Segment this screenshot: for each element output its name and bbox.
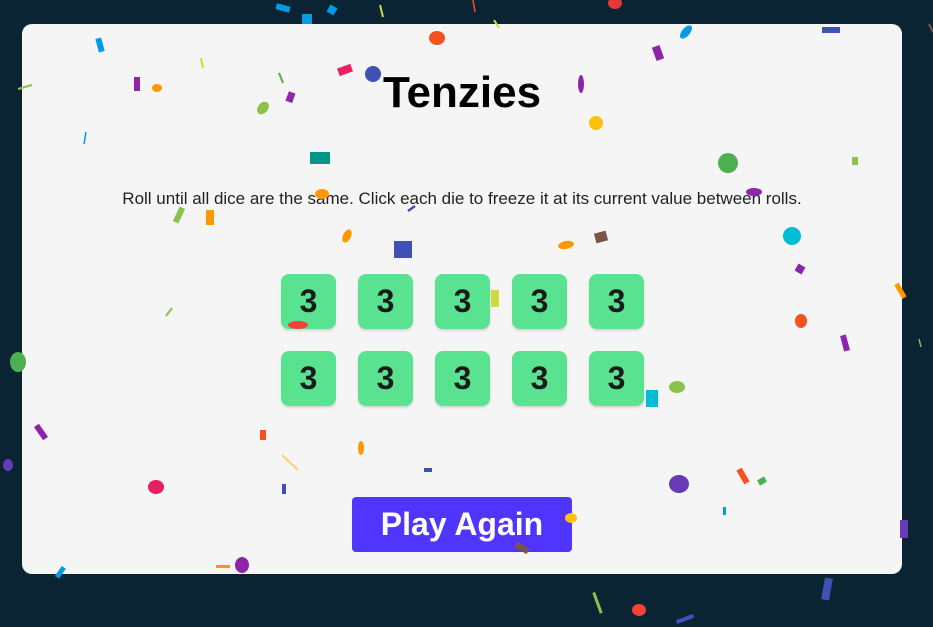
page-title: Tenzies [382, 68, 542, 117]
instructions-text: Roll until all dice are the same. Click … [122, 189, 802, 208]
die-1[interactable]: 3 [281, 274, 336, 329]
dice-grid: 3 3 3 3 3 3 3 3 3 3 [281, 274, 644, 406]
die-8[interactable]: 3 [435, 351, 490, 406]
die-5[interactable]: 3 [589, 274, 644, 329]
die-9[interactable]: 3 [512, 351, 567, 406]
die-6[interactable]: 3 [281, 351, 336, 406]
die-7[interactable]: 3 [358, 351, 413, 406]
die-3[interactable]: 3 [435, 274, 490, 329]
die-2[interactable]: 3 [358, 274, 413, 329]
die-4[interactable]: 3 [512, 274, 567, 329]
play-again-button[interactable]: Play Again [352, 497, 572, 552]
die-10[interactable]: 3 [589, 351, 644, 406]
